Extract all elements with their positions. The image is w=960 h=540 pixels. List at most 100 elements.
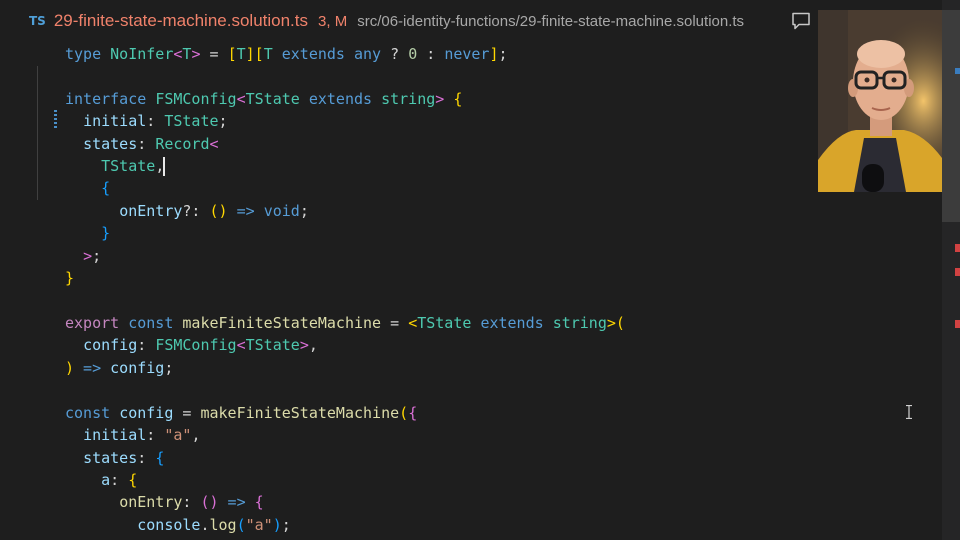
code-token: ( — [236, 516, 246, 534]
code-token: ; — [498, 45, 508, 63]
code-token: , — [191, 426, 201, 444]
code-token: console — [137, 516, 201, 534]
code-token: TState — [245, 336, 300, 354]
code-line-20: a: { — [65, 469, 137, 491]
code-line-13: export const makeFiniteStateMachine = <T… — [65, 312, 625, 334]
code-token: ] — [489, 45, 499, 63]
indent-guide — [37, 66, 38, 200]
code-token: : — [146, 426, 165, 444]
code-line-10: >; — [65, 245, 101, 267]
code-token: export — [65, 314, 120, 332]
code-line-18: initial: "a", — [65, 424, 200, 446]
code-token: . — [200, 516, 210, 534]
scrollbar-error-marker — [955, 268, 960, 276]
code-token: = — [200, 45, 228, 63]
code-token: TState — [245, 90, 300, 108]
code-token: : — [137, 449, 156, 467]
code-token: TState — [417, 314, 472, 332]
code-token: ; — [92, 247, 102, 265]
code-token: const — [128, 314, 174, 332]
code-token: a — [101, 471, 111, 489]
code-token: config — [119, 404, 174, 422]
vertical-scrollbar[interactable] — [942, 0, 960, 540]
scrollbar-error-marker — [955, 320, 960, 328]
code-token: => — [74, 359, 111, 377]
code-line-9: } — [65, 222, 110, 244]
code-token: ( — [399, 404, 409, 422]
code-token: config — [83, 336, 138, 354]
code-token: FSMConfig — [155, 336, 237, 354]
code-line-7: { — [65, 177, 110, 199]
code-token: () — [209, 202, 228, 220]
code-line-3: interface FSMConfig<TState extends strin… — [65, 88, 462, 110]
code-token: ; — [218, 112, 228, 130]
typescript-file-icon: TS — [29, 14, 46, 28]
code-token: ] — [245, 45, 255, 63]
code-token: , — [308, 336, 318, 354]
code-line-21: onEntry: () => { — [65, 491, 264, 513]
code-token: config — [110, 359, 165, 377]
code-token: onEntry — [119, 493, 183, 511]
code-token: NoInfer — [110, 45, 174, 63]
code-line-6: TState, — [65, 155, 164, 177]
comment-icon[interactable] — [791, 12, 811, 30]
code-token: ) — [65, 359, 75, 377]
code-token: initial — [83, 426, 147, 444]
code-token: never — [444, 45, 490, 63]
file-path-breadcrumb[interactable]: src/06-identity-functions/29-finite-stat… — [357, 13, 744, 30]
code-line-15: ) => config; — [65, 357, 173, 379]
code-token: : — [137, 135, 156, 153]
code-token: Record — [155, 135, 210, 153]
code-line-1: type NoInfer<T> = [T][T extends any ? 0 … — [65, 43, 508, 65]
code-token: : — [110, 471, 129, 489]
code-token: : — [182, 493, 201, 511]
code-token: ; — [299, 202, 309, 220]
code-token: { — [408, 404, 418, 422]
code-line-8: onEntry?: () => void; — [65, 200, 309, 222]
file-name-label[interactable]: 29-finite-state-machine.solution.ts — [54, 11, 308, 31]
scrollbar-change-marker — [955, 68, 960, 74]
code-token: TState — [101, 157, 156, 175]
code-token: < — [209, 135, 219, 153]
code-token: states — [83, 449, 138, 467]
code-token: = — [173, 404, 201, 422]
code-token: : — [426, 45, 436, 63]
code-line-19: states: { — [65, 447, 164, 469]
code-token: ) — [272, 516, 282, 534]
code-token: string — [381, 90, 436, 108]
code-token: () — [200, 493, 219, 511]
file-status-badge: 3, M — [318, 12, 348, 30]
code-token: extends — [308, 90, 373, 108]
code-line-14: config: FSMConfig<TState>, — [65, 334, 318, 356]
code-token: TState — [164, 112, 219, 130]
code-token: "a" — [164, 426, 192, 444]
code-token: makeFiniteStateMachine — [200, 404, 400, 422]
code-token: > — [299, 336, 309, 354]
text-cursor — [163, 157, 165, 176]
mouse-ibeam-cursor-icon — [906, 405, 912, 419]
presenter-webcam-video — [818, 10, 942, 192]
code-token: ( — [615, 314, 625, 332]
code-token: ?: — [182, 202, 210, 220]
code-token: const — [65, 404, 111, 422]
code-token: > — [435, 90, 445, 108]
code-token: < — [236, 336, 246, 354]
code-token: [ — [254, 45, 264, 63]
code-token: [ — [227, 45, 237, 63]
scrollbar-thumb[interactable] — [942, 10, 960, 222]
code-line-5: states: Record< — [65, 133, 219, 155]
code-token: } — [65, 269, 75, 287]
code-token: => — [227, 202, 264, 220]
code-token: ; — [281, 516, 291, 534]
code-line-4: initial: TState; — [65, 110, 228, 132]
code-token: states — [83, 135, 138, 153]
code-token: ; — [164, 359, 174, 377]
code-token: : — [137, 336, 156, 354]
code-editor[interactable]: type NoInfer<T> = [T][T extends any ? 0 … — [0, 42, 942, 540]
code-token: { — [453, 90, 463, 108]
code-token: any — [354, 45, 382, 63]
code-token: void — [263, 202, 300, 220]
code-token: extends — [480, 314, 544, 332]
code-token: => — [218, 493, 255, 511]
code-token: FSMConfig — [155, 90, 237, 108]
